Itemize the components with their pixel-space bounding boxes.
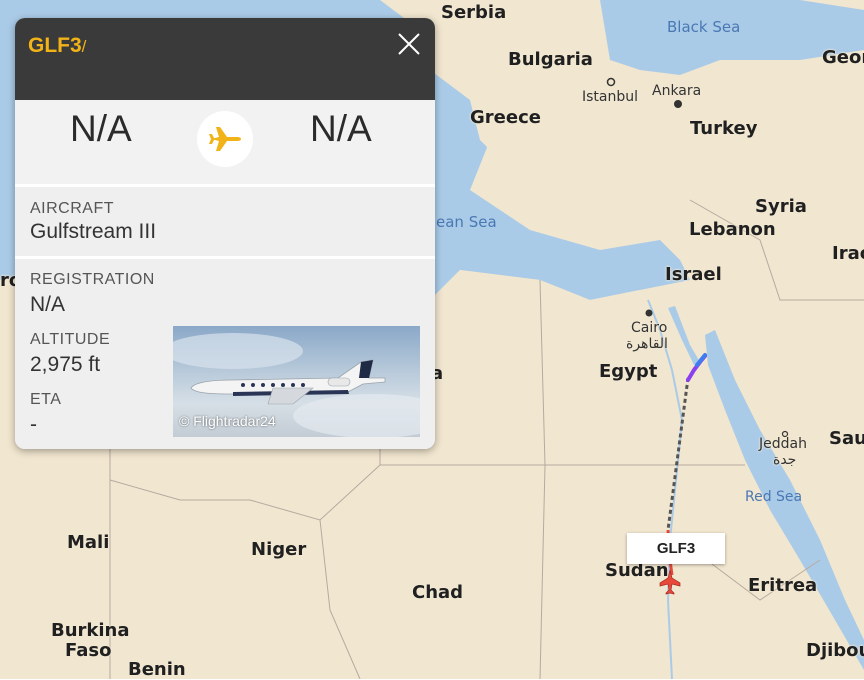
- panel-header: GLF3/: [15, 18, 435, 100]
- route-row: N/A N/A: [15, 100, 435, 187]
- water-label-red-sea: Red Sea: [745, 489, 803, 505]
- country-label-lebanon: Lebanon: [689, 219, 776, 240]
- flight-callsign-tag[interactable]: GLF3: [627, 533, 725, 564]
- city-label-ankara: Ankara: [652, 83, 702, 99]
- country-label-iraq: Irac: [832, 243, 864, 264]
- panel-callsign: GLF3/: [28, 34, 86, 58]
- callsign-suffix: /: [81, 37, 87, 56]
- country-label-syria: Syria: [755, 196, 807, 217]
- country-label-burkina: Burkina: [51, 620, 130, 641]
- country-label-saudi: Sau: [829, 428, 864, 449]
- country-label-greece: Greece: [470, 107, 541, 128]
- ankara-dot: [674, 100, 682, 108]
- country-label-israel: Israel: [665, 264, 722, 285]
- country-label-chad: Chad: [412, 582, 464, 603]
- altitude-label: ALTITUDE: [30, 331, 111, 348]
- city-label-jeddah: Jeddah: [759, 436, 807, 452]
- eta-label: ETA: [30, 391, 62, 408]
- aircraft-value: Gulfstream III: [30, 220, 157, 243]
- flight-info-panel: GLF3/ N/A N/A AIRCRAFT Gulfstream III RE…: [15, 18, 435, 449]
- city-label-jeddah-arabic: جدة: [773, 452, 797, 468]
- country-label-turkey: Turkey: [690, 118, 758, 139]
- destination-code: N/A: [310, 108, 372, 149]
- country-label-faso: Faso: [65, 640, 112, 661]
- water-label-mediterranean: ean Sea: [436, 213, 497, 231]
- origin-code: N/A: [70, 108, 132, 149]
- close-button[interactable]: [395, 30, 423, 58]
- plane-badge: [197, 111, 253, 167]
- country-label-bulgaria: Bulgaria: [508, 49, 593, 70]
- airplane-icon: [209, 127, 241, 151]
- country-label-serbia: Serbia: [441, 2, 507, 23]
- details-section: REGISTRATION N/A ALTITUDE 2,975 ft ETA -: [15, 259, 435, 449]
- country-label-djibouti: Djibou: [806, 640, 864, 661]
- water-label-black-sea: Black Sea: [667, 18, 741, 36]
- registration-value: N/A: [30, 293, 66, 316]
- city-label-cairo: Cairo: [631, 320, 668, 336]
- country-label-benin: Benin: [128, 659, 186, 680]
- country-label-eritrea: Eritrea: [748, 575, 818, 596]
- aircraft-section: AIRCRAFT Gulfstream III: [15, 187, 435, 259]
- country-label-georgia: Geor: [822, 47, 864, 68]
- country-label-niger: Niger: [251, 539, 307, 560]
- registration-label: REGISTRATION: [30, 271, 155, 288]
- aircraft-label: AIRCRAFT: [30, 200, 114, 217]
- photo-credit: © Flightradar24: [179, 413, 276, 429]
- city-label-cairo-arabic: القاهرة: [626, 336, 668, 352]
- city-label-istanbul: Istanbul: [582, 89, 639, 105]
- altitude-value: 2,975 ft: [30, 353, 101, 376]
- close-icon[interactable]: [395, 30, 423, 58]
- callsign-text: GLF3: [28, 34, 82, 57]
- eta-value: -: [30, 413, 37, 436]
- country-label-mali: Mali: [67, 532, 110, 553]
- country-label-egypt: Egypt: [599, 361, 658, 382]
- cairo-dot: [645, 309, 653, 317]
- aircraft-photo[interactable]: © Flightradar24: [173, 326, 420, 437]
